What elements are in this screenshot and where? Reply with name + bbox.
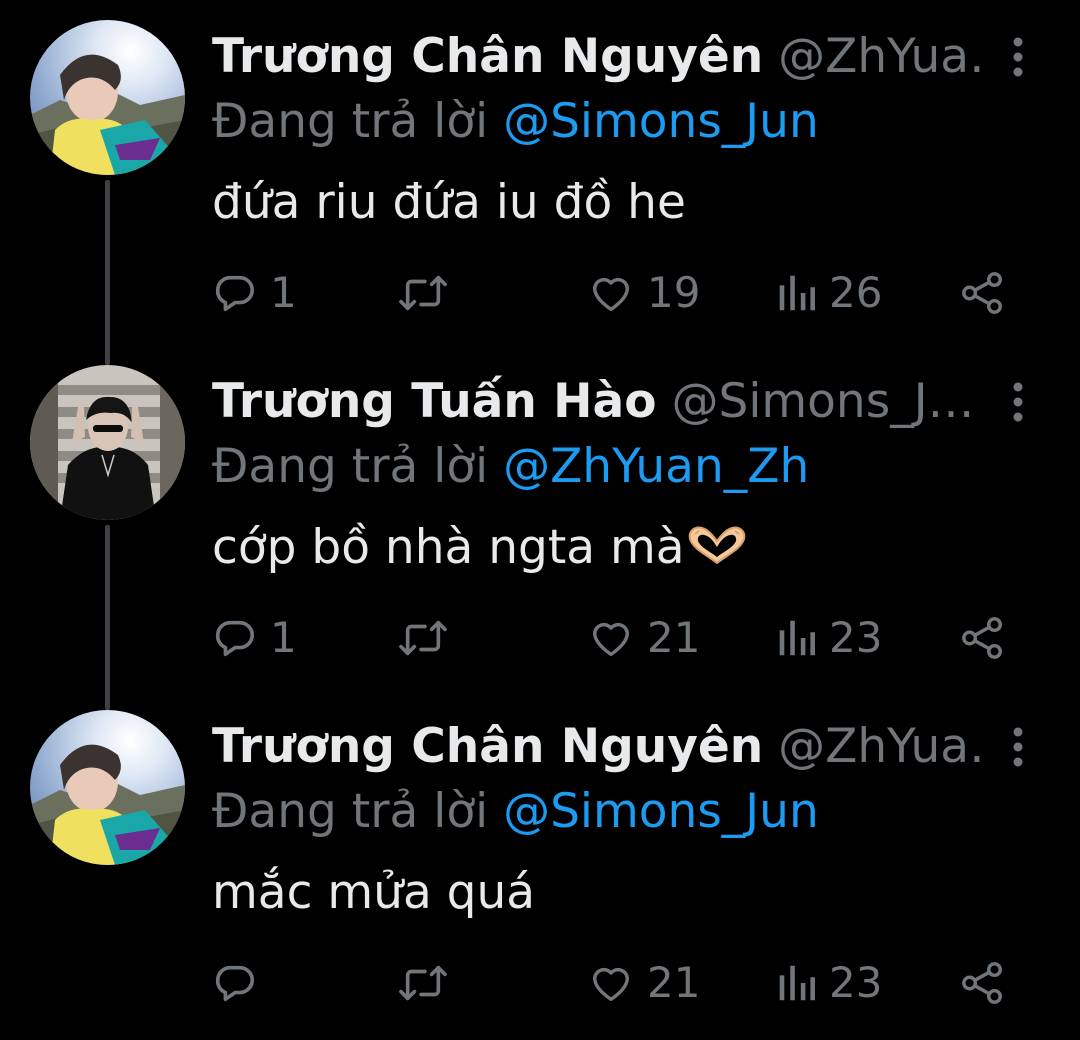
tweet-text: mắc mửa quá: [212, 865, 536, 920]
tweet-text-container: cớp bồ nhà ngta mà: [212, 515, 749, 585]
share-button[interactable]: [960, 263, 1006, 323]
retweet-button[interactable]: [397, 263, 461, 323]
tweet-header: Trương Chân Nguyên @ZhYua…: [212, 717, 982, 777]
views-count: 23: [829, 613, 883, 662]
retweet-button[interactable]: [397, 608, 461, 668]
views-count: 23: [829, 958, 883, 1007]
like-count: 19: [647, 268, 701, 317]
author-name[interactable]: Trương Chân Nguyên: [212, 29, 763, 84]
share-icon: [962, 617, 1002, 659]
retweet-button[interactable]: [397, 953, 461, 1013]
tweet-header: Trương Tuấn Hào @Simons_J…: [212, 372, 982, 432]
views-icon: [779, 275, 815, 311]
views-icon: [779, 620, 815, 656]
share-icon: [962, 962, 1002, 1004]
views-button[interactable]: 26: [775, 263, 882, 323]
author-handle[interactable]: @ZhYua…: [778, 719, 982, 774]
views-count: 26: [829, 268, 883, 317]
tweet[interactable]: Trương Tuấn Hào @Simons_J… Đang trả lời …: [0, 350, 1080, 695]
tweet[interactable]: Trương Chân Nguyên @ZhYua… Đang trả lời …: [0, 5, 1080, 350]
retweet-icon: [399, 965, 447, 1001]
replying-to-label: Đang trả lời: [212, 94, 504, 149]
like-icon: [592, 622, 630, 657]
reply-thread: Trương Chân Nguyên @ZhYua… Đang trả lời …: [0, 0, 1080, 1024]
avatar[interactable]: [30, 710, 185, 865]
replying-to-mention[interactable]: @Simons_Jun: [503, 94, 819, 149]
heart-hands-emoji: [685, 519, 749, 585]
reply-button[interactable]: 1: [212, 263, 297, 323]
tweet[interactable]: Trương Chân Nguyên @ZhYua… Đang trả lời …: [0, 695, 1080, 1040]
replying-to-line: Đang trả lời @Simons_Jun: [212, 92, 819, 152]
views-button[interactable]: 23: [775, 953, 882, 1013]
author-handle[interactable]: @Simons_J…: [671, 374, 974, 429]
author-name[interactable]: Trương Tuấn Hào: [212, 374, 657, 429]
like-button[interactable]: 21: [587, 608, 700, 668]
retweet-icon: [399, 620, 447, 656]
avatar-image: [30, 365, 185, 520]
like-count: 21: [647, 958, 701, 1007]
tweet-header: Trương Chân Nguyên @ZhYua…: [212, 27, 982, 87]
replying-to-mention[interactable]: @ZhYuan_Zh: [503, 439, 809, 494]
replying-to-line: Đang trả lời @Simons_Jun: [212, 782, 819, 842]
like-count: 21: [647, 613, 701, 662]
author-handle[interactable]: @ZhYua…: [778, 29, 982, 84]
tweet-text: đứa riu đứa iu đồ he: [212, 175, 686, 230]
like-icon: [592, 277, 630, 312]
avatar-image: [30, 20, 185, 175]
share-button[interactable]: [960, 608, 1006, 668]
more-options-icon[interactable]: [998, 35, 1038, 79]
reply-icon: [215, 620, 255, 657]
share-icon: [962, 272, 1002, 314]
avatar[interactable]: [30, 20, 185, 175]
like-button[interactable]: 19: [587, 263, 700, 323]
share-button[interactable]: [960, 953, 1006, 1013]
avatar[interactable]: [30, 365, 185, 520]
reply-icon: [215, 965, 255, 1002]
replying-to-line: Đang trả lời @ZhYuan_Zh: [212, 437, 809, 497]
replying-to-mention[interactable]: @Simons_Jun: [503, 784, 819, 839]
more-options-icon[interactable]: [998, 380, 1038, 424]
reply-button[interactable]: 1: [212, 608, 297, 668]
tweet-actions: 21 23: [212, 953, 1012, 1013]
views-icon: [779, 965, 815, 1001]
reply-count: 1: [270, 268, 297, 317]
avatar-image: [30, 710, 185, 865]
views-button[interactable]: 23: [775, 608, 882, 668]
like-icon: [592, 967, 630, 1002]
reply-count: 1: [270, 613, 297, 662]
more-options-icon[interactable]: [998, 725, 1038, 769]
replying-to-label: Đang trả lời: [212, 439, 504, 494]
reply-icon: [215, 275, 255, 312]
like-button[interactable]: 21: [587, 953, 700, 1013]
retweet-icon: [399, 275, 447, 311]
replying-to-label: Đang trả lời: [212, 784, 504, 839]
tweet-text: cớp bồ nhà ngta mà: [212, 520, 685, 575]
reply-button[interactable]: [212, 953, 270, 1013]
tweet-actions: 1 19 26: [212, 263, 1012, 323]
author-name[interactable]: Trương Chân Nguyên: [212, 719, 763, 774]
tweet-actions: 1 21 23: [212, 608, 1012, 668]
